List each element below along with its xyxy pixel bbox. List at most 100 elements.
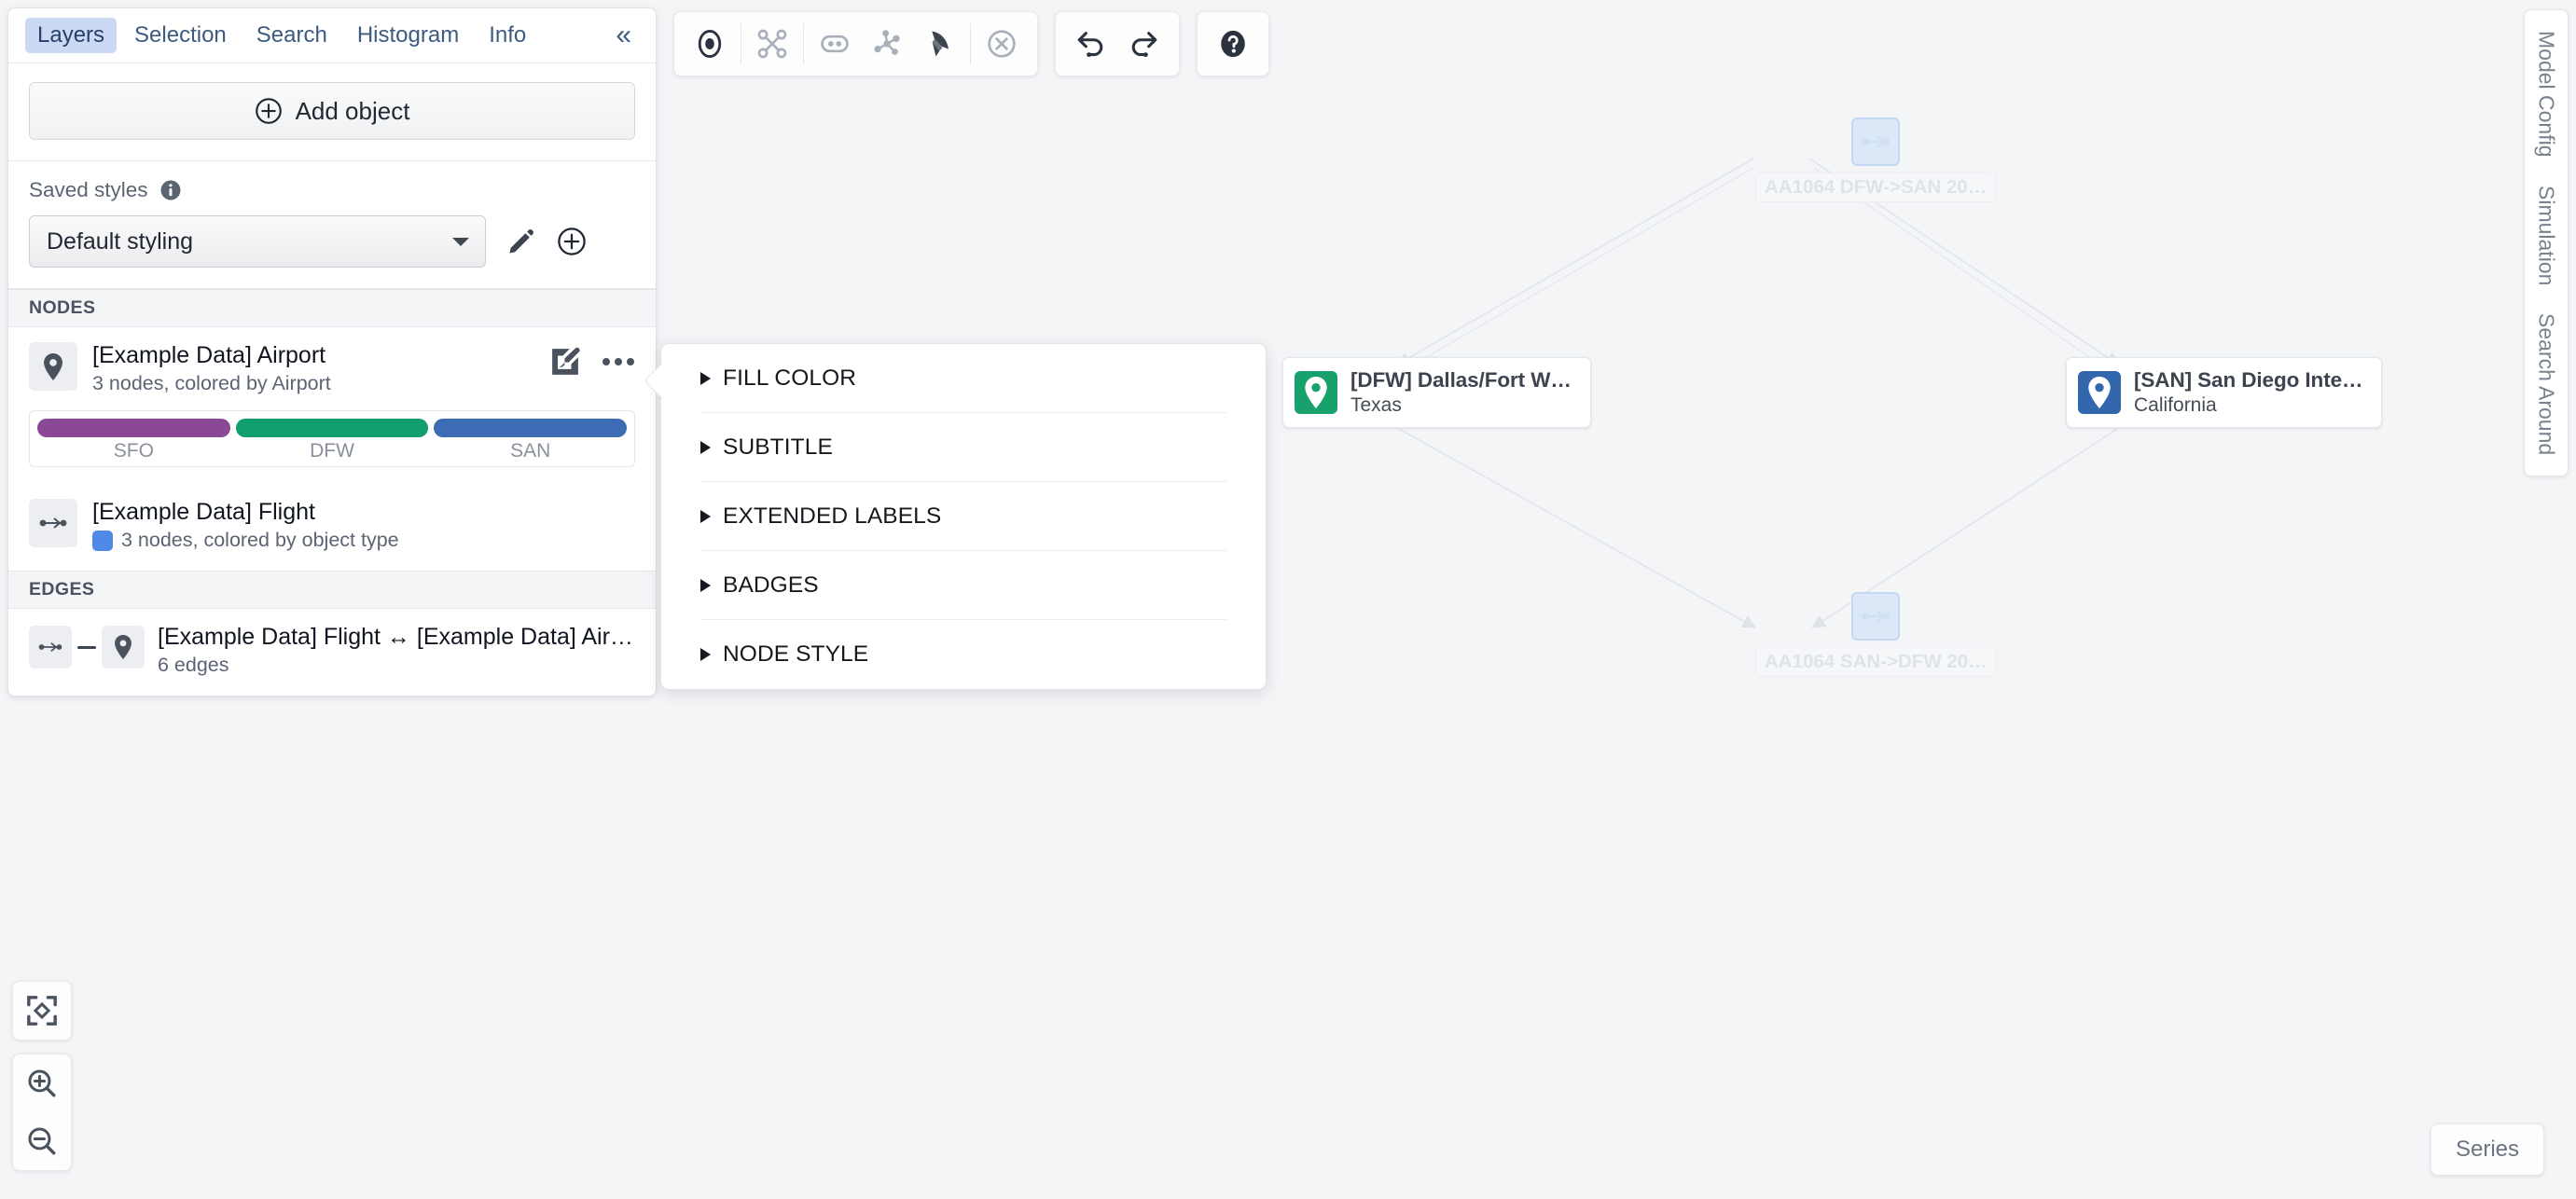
series-button[interactable]: Series	[2430, 1123, 2544, 1176]
layer-item-flight[interactable]: [Example Data] Flight 3 nodes, colored b…	[8, 484, 656, 571]
caret-right-icon	[700, 578, 711, 592]
edge-connector-icon	[77, 645, 96, 649]
graph-node-flight-san-dfw[interactable]: AA1064 SAN->DFW 20…	[1755, 592, 1997, 677]
zoom-out-button[interactable]	[13, 1112, 71, 1170]
collapse-sidebar-icon[interactable]: «	[610, 21, 637, 49]
flight-arrow-icon	[1862, 610, 1890, 623]
color-swatch	[92, 530, 113, 551]
style-section-label: EXTENDED LABELS	[723, 503, 942, 529]
fit-to-screen-button[interactable]	[13, 982, 71, 1040]
edge-layer-meta: 6 edges	[158, 654, 229, 676]
node-subtitle: California	[2134, 394, 2217, 416]
graph-node-airport-dfw[interactable]: [DFW] Dallas/Fort W… Texas	[1282, 357, 1591, 428]
saved-styles-row: Default styling	[29, 215, 635, 268]
map-pin-icon	[29, 342, 77, 391]
cut-graph-tool-button[interactable]	[746, 18, 798, 70]
toolbar-history-group	[1055, 11, 1180, 76]
tab-histogram[interactable]: Histogram	[345, 18, 471, 53]
layer-name: [Example Data] Airport	[92, 342, 326, 368]
caret-right-icon	[700, 371, 711, 385]
redo-button[interactable]	[1117, 18, 1170, 70]
cancel-tool-button[interactable]	[976, 18, 1028, 70]
layer-meta-text: 3 nodes, colored by Airport	[92, 372, 331, 394]
layer-text: [Example Data] Flight 3 nodes, colored b…	[92, 499, 635, 552]
style-options-popup: FILL COLOR SUBTITLE EXTENDED LABELS BADG…	[660, 343, 1267, 690]
fit-to-screen-box	[12, 981, 72, 1041]
pen-tool-button[interactable]	[913, 18, 965, 70]
legend-label-sfo: SFO	[113, 440, 154, 462]
edit-layer-style-button[interactable]	[549, 346, 581, 378]
chevron-down-icon	[452, 238, 469, 246]
right-vertical-tabs: Model Config Simulation Search Around	[2524, 9, 2569, 477]
tab-info[interactable]: Info	[477, 18, 538, 53]
help-button[interactable]	[1207, 18, 1259, 70]
pencil-icon	[509, 229, 533, 254]
flight-arrow-icon	[29, 499, 77, 547]
info-icon[interactable]	[159, 179, 182, 201]
add-object-section: Add object	[8, 63, 656, 161]
redo-icon	[1131, 32, 1157, 58]
add-object-button[interactable]: Add object	[29, 82, 635, 140]
select-tool-button[interactable]	[684, 18, 736, 70]
toolbar-help-group	[1197, 11, 1269, 76]
section-header-nodes: NODES	[8, 289, 656, 327]
left-sidebar: Layers Selection Search Histogram Info «…	[7, 7, 657, 696]
layer-meta: 3 nodes, colored by Airport	[92, 372, 534, 395]
add-object-label: Add object	[295, 96, 410, 125]
tab-selection[interactable]: Selection	[122, 18, 239, 53]
undo-button[interactable]	[1065, 18, 1117, 70]
pen-icon	[932, 31, 949, 57]
style-section-badges[interactable]: BADGES	[700, 551, 1226, 620]
flight-node-box	[1851, 117, 1901, 166]
zoom-controls	[12, 981, 72, 1171]
edge-layer-name: [Example Data] Flight ↔ [Example Data] A…	[158, 624, 633, 650]
graph-node-airport-san[interactable]: [SAN] San Diego Inte… California	[2066, 357, 2383, 428]
zoom-in-icon	[28, 1069, 56, 1097]
vtab-search-around[interactable]: Search Around	[2534, 313, 2559, 455]
node-text: [DFW] Dallas/Fort W… Texas	[1350, 368, 1572, 417]
layer-main: [Example Data] Airport 3 nodes, colored …	[29, 342, 635, 395]
target-select-icon	[698, 29, 722, 59]
caret-right-icon	[700, 509, 711, 523]
tab-search[interactable]: Search	[244, 18, 339, 53]
legend-label-dfw: DFW	[310, 440, 354, 462]
graph-node-flight-dfw-san[interactable]: AA1064 DFW->SAN 20…	[1755, 117, 1997, 202]
help-question-icon	[1221, 30, 1245, 58]
expand-graph-tool-button[interactable]	[861, 18, 913, 70]
add-style-button[interactable]	[557, 227, 587, 256]
layer-item-edge[interactable]: [Example Data] Flight ↔ [Example Data] A…	[8, 609, 656, 696]
flight-node-label: AA1064 DFW->SAN 20…	[1755, 172, 1997, 202]
layer-meta: 3 nodes, colored by object type	[92, 529, 635, 552]
node-card[interactable]: [DFW] Dallas/Fort W… Texas	[1282, 357, 1591, 428]
vtab-model-config[interactable]: Model Config	[2534, 31, 2559, 158]
saved-styles-section: Saved styles Default styling	[8, 161, 656, 289]
node-card[interactable]: [SAN] San Diego Inte… California	[2066, 357, 2383, 428]
node-subtitle: Texas	[1350, 394, 1402, 416]
graph-toolbar	[673, 11, 1269, 76]
style-section-node-style[interactable]: NODE STYLE	[700, 620, 1226, 689]
zoom-in-button[interactable]	[13, 1054, 71, 1112]
tab-layers[interactable]: Layers	[25, 18, 118, 53]
edit-style-button[interactable]	[506, 227, 536, 256]
style-section-label: BADGES	[723, 572, 819, 598]
saved-styles-label: Saved styles	[29, 178, 148, 201]
layer-more-options-button[interactable]	[602, 356, 635, 367]
edge-icon-pair	[29, 624, 145, 668]
cut-graph-icon	[757, 29, 787, 59]
style-section-fill-color[interactable]: FILL COLOR	[700, 344, 1226, 413]
toolbar-separator	[803, 23, 804, 64]
pair-node-tool-button[interactable]	[809, 18, 861, 70]
style-section-extended-labels[interactable]: EXTENDED LABELS	[700, 482, 1226, 551]
style-section-label: FILL COLOR	[723, 365, 857, 391]
layer-meta-text: 3 nodes, colored by object type	[121, 529, 399, 551]
edge-text: [Example Data] Flight ↔ [Example Data] A…	[158, 624, 635, 677]
more-horizontal-icon	[602, 358, 634, 365]
saved-styles-select[interactable]: Default styling	[29, 215, 486, 268]
style-section-subtitle[interactable]: SUBTITLE	[700, 413, 1226, 482]
map-pin-icon	[2078, 371, 2121, 414]
layer-item-airport[interactable]: [Example Data] Airport 3 nodes, colored …	[8, 327, 656, 395]
saved-styles-header: Saved styles	[29, 178, 635, 202]
flight-node-box	[1851, 592, 1901, 641]
node-title: [DFW] Dallas/Fort W…	[1350, 368, 1572, 392]
vtab-simulation[interactable]: Simulation	[2534, 186, 2559, 285]
